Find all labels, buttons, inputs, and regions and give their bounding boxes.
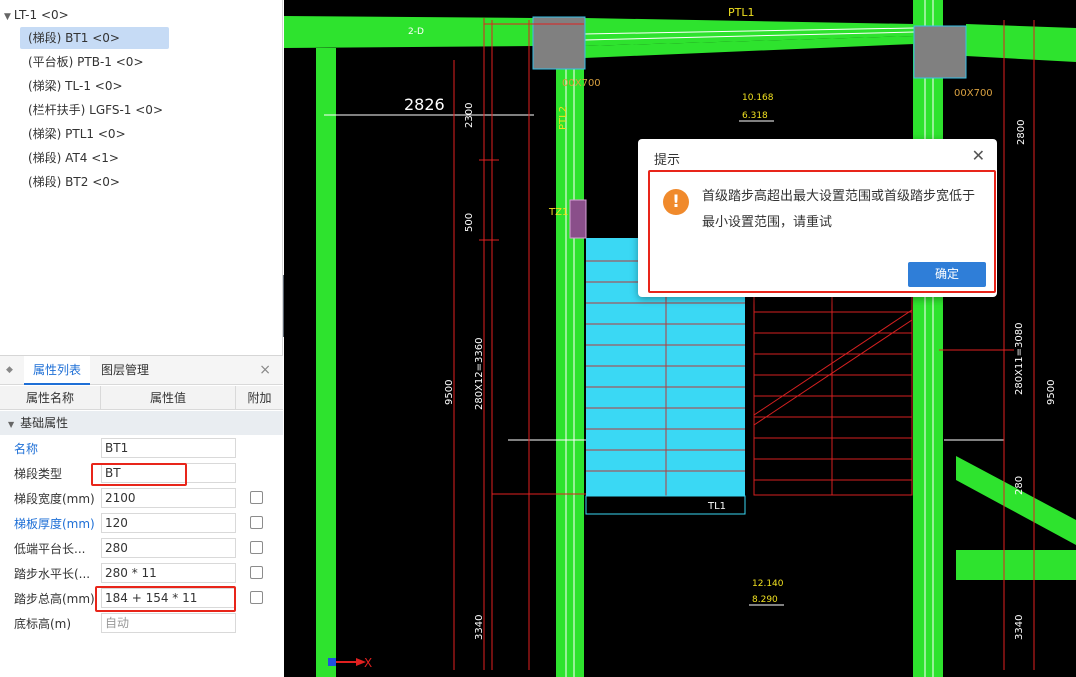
tree-item-ptl1[interactable]: (梯梁) PTL1 <0> [20,123,134,145]
prop-value-bottom-elev[interactable]: 自动 [101,613,236,633]
dialog-title: 提示 [654,153,681,168]
chevron-down-icon[interactable]: ▼ [8,420,14,429]
label-tl1: TL1 [707,501,726,512]
dim-280x12: 280X12=3360 [474,338,485,411]
tab-property-list[interactable]: 属性列表 [24,356,90,385]
prop-checkbox[interactable] [250,491,263,504]
section-label: 基础属性 [20,416,69,430]
dim-2826: 2826 [404,95,445,114]
highlight-dialog [648,170,996,293]
col-value: 属性值 [101,386,236,410]
prop-row-thickness: 梯板厚度(mm) 120 [0,511,283,536]
label-ptl2: PTL2 [558,106,569,130]
tree-root[interactable]: ▼ LT-1 <0> [4,7,69,23]
label-col-right: 00X700 [954,88,993,99]
dim-9500-left: 9500 [444,380,455,405]
label-tz1: TZ1 [548,207,568,218]
left-panel: ▼ LT-1 <0> (梯段) BT1 <0> (平台板) PTB-1 <0> (… [0,0,283,677]
property-tabs: ◆ 属性列表 图层管理 × [0,356,283,385]
label-elev2a: 12.140 [752,579,784,589]
tree-item-at4[interactable]: (梯段) AT4 <1> [20,147,127,169]
prop-label: 梯板厚度(mm) [14,517,95,531]
prop-value-name[interactable]: BT1 [101,438,236,458]
tree-item-ptb1[interactable]: (平台板) PTB-1 <0> [20,51,152,73]
prop-value-thickness[interactable]: 120 [101,513,236,533]
prop-row-low-platform: 低端平台长... 280 [0,536,283,561]
dim-2800: 2800 [1016,120,1027,145]
prop-checkbox[interactable] [250,566,263,579]
property-panel: ◆ 属性列表 图层管理 × 属性名称 属性值 附加 ▼ 基础属性 名称 BT1 梯… [0,355,283,677]
prop-value-low-platform[interactable]: 280 [101,538,236,558]
label-elev1b: 6.318 [742,111,768,121]
component-tree: ▼ LT-1 <0> (梯段) BT1 <0> (平台板) PTB-1 <0> (… [0,0,283,352]
stair-flight-right [753,289,913,496]
cad-drawing: 2826 2300 500 2800 9500 9500 280X12=3360… [284,0,1076,677]
dim-3340-right: 3340 [1014,615,1025,640]
prop-label: 低端平台长... [14,542,86,556]
pin-icon[interactable]: ◆ [6,365,14,375]
section-basic[interactable]: ▼ 基础属性 [0,411,283,435]
dim-9500-right: 9500 [1046,380,1057,405]
prop-label: 踏步水平长(... [14,567,91,581]
label-elev1a: 10.168 [742,93,774,103]
axis-x-label: X [364,656,372,670]
prop-row-bottom-elev: 底标高(m) 自动 [0,611,283,636]
dim-3340-left: 3340 [474,615,485,640]
tree-root-label: LT-1 <0> [13,8,69,22]
chevron-down-icon[interactable]: ▼ [4,9,11,25]
highlight-type [91,463,187,486]
tree-item-bt1[interactable]: (梯段) BT1 <0> [20,27,169,49]
prop-value-step-length[interactable]: 280 * 11 [101,563,236,583]
property-header: 属性名称 属性值 附加 [0,386,283,410]
prop-label: 底标高(m) [14,617,72,631]
close-icon[interactable]: × [259,362,271,378]
dim-2300: 2300 [464,103,475,128]
label-ptl1: PTL1 [728,6,754,19]
prop-row-name: 名称 BT1 [0,436,283,461]
prop-checkbox[interactable] [250,541,263,554]
col-extra: 附加 [247,391,272,405]
prop-row-step-length: 踏步水平长(... 280 * 11 [0,561,283,586]
label-elev2b: 8.290 [752,595,778,605]
prompt-dialog: 提示 ✕ ! 首级踏步高超出最大设置范围或首级踏步宽低于最小设置范围，请重试 确… [638,139,997,297]
tree-item-tl1[interactable]: (梯梁) TL-1 <0> [20,75,131,97]
highlight-step-height [95,586,236,612]
col-name: 属性名称 [0,386,101,410]
tree-item-bt2[interactable]: (梯段) BT2 <0> [20,171,128,193]
label-grid-tag: 2-D [408,27,424,37]
prop-label: 踏步总高(mm) [14,592,95,606]
dim-280: 280 [1014,476,1025,495]
prop-value-width[interactable]: 2100 [101,488,236,508]
tree-item-lgfs1[interactable]: (栏杆扶手) LGFS-1 <0> [20,99,171,121]
dim-280x11: 280X11=3080 [1014,323,1025,396]
label-col-left: 00X700 [562,78,601,89]
prop-checkbox[interactable] [250,516,263,529]
prop-label: 梯段类型 [14,467,63,481]
prop-checkbox[interactable] [250,591,263,604]
prop-label: 名称 [14,442,39,456]
cad-canvas[interactable]: 2826 2300 500 2800 9500 9500 280X12=3360… [284,0,1076,677]
prop-label: 梯段宽度(mm) [14,492,95,506]
prop-row-width: 梯段宽度(mm) 2100 [0,486,283,511]
dim-500: 500 [464,213,475,232]
close-icon[interactable]: ✕ [972,146,985,165]
tab-layer-manage[interactable]: 图层管理 [92,356,158,385]
